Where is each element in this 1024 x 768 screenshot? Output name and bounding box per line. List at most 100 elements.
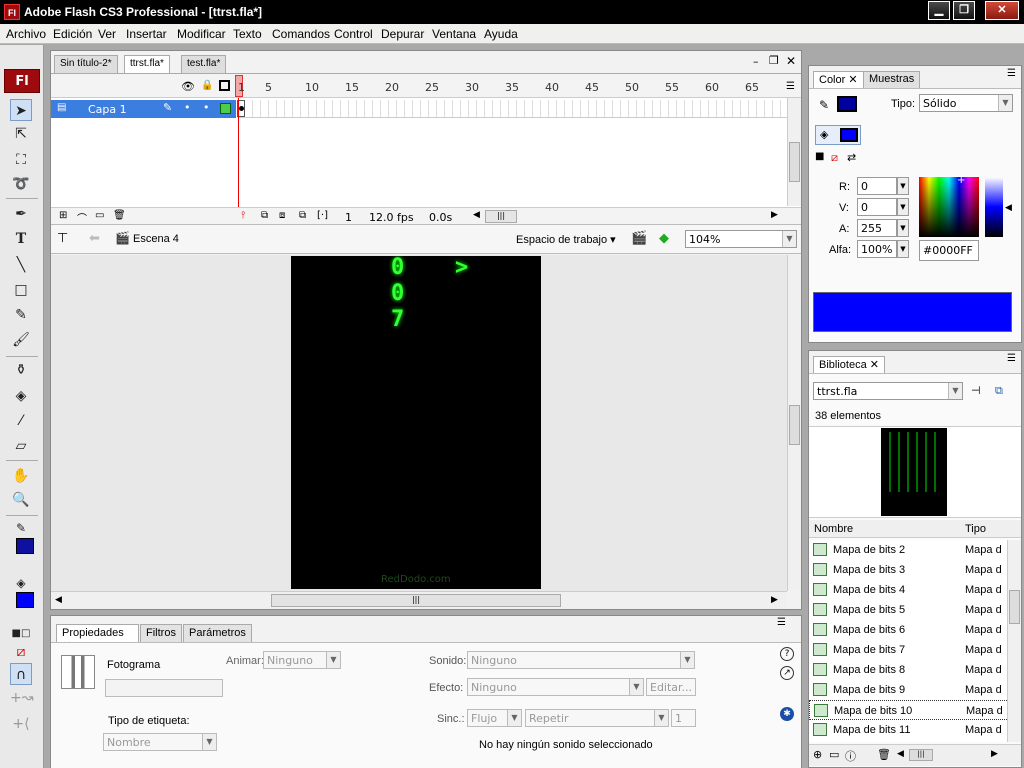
timeline-toggle-icon[interactable]: ⊤ (57, 231, 68, 246)
zoom-select[interactable]: 104% ▼ (685, 230, 797, 248)
snap-magnet-icon[interactable]: ∩ (10, 663, 32, 685)
eyedropper-tool-icon[interactable]: ⁄ (10, 410, 32, 432)
menu-archivo[interactable]: Archivo (6, 27, 46, 41)
panel-menu-icon[interactable]: ☰ (777, 617, 786, 628)
chevron-down-icon[interactable]: ▼ (897, 177, 909, 195)
menu-ver[interactable]: Ver (98, 27, 116, 41)
insert-folder-icon[interactable]: ▭ (95, 210, 104, 221)
tab-test-fla[interactable]: test.fla* (181, 55, 227, 73)
close-doc-icon[interactable]: ✕ (786, 54, 796, 68)
menu-texto[interactable]: Texto (233, 27, 262, 41)
panel-menu-icon[interactable]: ☰ (1007, 68, 1016, 79)
tab-filtros[interactable]: Filtros (140, 624, 182, 642)
menu-edicion[interactable]: Edición (53, 27, 92, 41)
alpha-input[interactable]: 100% (857, 240, 897, 258)
frame-label-input[interactable] (105, 679, 223, 697)
tab-propiedades[interactable]: Propiedades ✕ (56, 624, 139, 652)
stage-glyph[interactable]: 7 (391, 307, 404, 332)
stage-glyph[interactable]: 0 (391, 256, 404, 280)
library-item[interactable]: Mapa de bits 7 Mapa d (809, 640, 1009, 660)
library-item[interactable]: Mapa de bits 11 Mapa d (809, 720, 1009, 740)
scroll-right-icon[interactable]: ▶ (771, 595, 778, 605)
tab-sin-titulo-2[interactable]: Sin título-2* (54, 55, 118, 73)
paint-bucket-tool-icon[interactable]: ◈ (10, 385, 32, 407)
swap-colors-icon[interactable]: ⇄ (847, 151, 856, 164)
no-color-icon[interactable]: ⧄ (831, 151, 838, 165)
sound-select[interactable]: Ninguno ▼ (467, 651, 695, 669)
edit-scene-icon[interactable]: 🎬 (631, 231, 647, 246)
restore-button[interactable]: ❐ (953, 1, 975, 20)
edit-properties-icon[interactable]: ↗ (780, 666, 794, 680)
edit-symbols-icon[interactable]: ◆ (659, 231, 669, 246)
new-folder-icon[interactable]: ▭ (829, 748, 839, 761)
zoom-tool-icon[interactable]: 🔍 (10, 489, 32, 511)
pin-library-icon[interactable]: ⊣ (971, 384, 981, 397)
black-white-icon[interactable]: ■ (815, 151, 824, 162)
scroll-left-icon[interactable]: ◀ (473, 210, 480, 220)
color-spectrum[interactable]: + (919, 175, 979, 237)
menu-control[interactable]: Control (334, 27, 373, 41)
tab-parametros[interactable]: Parámetros (183, 624, 252, 642)
edit-effect-button[interactable]: Editar... (646, 678, 696, 696)
new-library-panel-icon[interactable]: ⧉ (995, 384, 1003, 398)
stage-glyph[interactable]: > (455, 256, 468, 280)
stage-vscroll[interactable] (787, 255, 801, 591)
scroll-left-icon[interactable]: ◀ (897, 749, 904, 759)
menu-ayuda[interactable]: Ayuda (484, 27, 518, 41)
col-name-header[interactable]: Nombre (814, 523, 853, 535)
eye-icon[interactable]: 👁 (181, 80, 195, 93)
onion-skin-icon[interactable]: ⧉ (261, 210, 268, 221)
fill-color-swatch[interactable] (840, 128, 858, 142)
center-frame-icon[interactable]: ⫯ (241, 210, 245, 221)
line-tool-icon[interactable]: ╲ (10, 254, 32, 276)
tab-ttrst-fla[interactable]: ttrst.fla* (124, 55, 170, 74)
modify-markers-icon[interactable]: [·] (317, 210, 328, 221)
onion-outline-icon[interactable]: ⧈ (279, 210, 285, 221)
rectangle-tool-icon[interactable]: □ (10, 279, 32, 301)
panel-menu-icon[interactable]: ☰ (1007, 353, 1016, 364)
edit-multiple-icon[interactable]: ⧉ (299, 210, 306, 221)
slider-arrow-icon[interactable]: ◀ (1005, 203, 1012, 213)
back-arrow-icon[interactable]: ⬅ (89, 231, 100, 246)
menu-insertar[interactable]: Insertar (126, 27, 167, 41)
chevron-down-icon[interactable]: ▼ (897, 198, 909, 216)
stroke-color-swatch[interactable] (16, 538, 34, 554)
chevron-down-icon[interactable]: ▼ (782, 231, 796, 247)
selection-tool-icon[interactable]: ➤ (10, 99, 32, 121)
workspace-menu[interactable]: Espacio de trabajo ▾ (516, 233, 616, 246)
layer-outline-color[interactable] (220, 103, 231, 114)
repeat-select[interactable]: Repetir ▼ (525, 709, 669, 727)
fill-color-swatch[interactable] (16, 592, 34, 608)
no-color-icon[interactable]: ⧄ (10, 641, 32, 663)
frame-rate[interactable]: 12.0 fps (369, 211, 414, 224)
frame-cells[interactable] (237, 100, 787, 118)
tab-color[interactable]: Color ✕ (813, 71, 864, 88)
repeat-count-input[interactable]: 1 (671, 709, 696, 727)
scene-name[interactable]: Escena 4 (133, 233, 179, 245)
pen-tool-icon[interactable]: ✒ (10, 203, 32, 225)
eraser-tool-icon[interactable]: ▱ (10, 435, 32, 457)
brightness-slider[interactable] (985, 177, 1003, 237)
smooth-icon[interactable]: +↝ (10, 687, 33, 709)
add-guide-icon[interactable]: ⌒ (77, 210, 87, 225)
library-item[interactable]: Mapa de bits 9 Mapa d (809, 680, 1009, 700)
library-item[interactable]: Mapa de bits 6 Mapa d (809, 620, 1009, 640)
minimize-button[interactable]: ▁ (928, 1, 950, 20)
free-transform-tool-icon[interactable]: ⛶ (10, 149, 32, 171)
brush-tool-icon[interactable]: 🖌 (10, 329, 32, 351)
hand-tool-icon[interactable]: ✋ (10, 465, 32, 487)
tab-muestras[interactable]: Muestras (863, 71, 921, 88)
text-tool-icon[interactable]: T (10, 228, 32, 250)
chevron-down-icon[interactable]: ▼ (897, 240, 909, 258)
stage[interactable]: 0 0 7 > RedDodo.com (291, 256, 541, 589)
stage-glyph[interactable]: 0 (391, 281, 404, 306)
fill-selector[interactable]: ◈ (815, 125, 861, 145)
delete-layer-icon[interactable]: 🗑 (113, 210, 126, 221)
outline-icon[interactable] (219, 80, 230, 91)
col-type-header[interactable]: Tipo (965, 523, 986, 535)
lasso-tool-icon[interactable]: ➰ (10, 173, 32, 195)
library-vscroll[interactable] (1007, 540, 1021, 742)
insert-layer-icon[interactable]: ⊞ (59, 210, 67, 221)
stage-hscroll-thumb[interactable]: ||| (271, 594, 561, 607)
lock-icon[interactable]: 🔒 (201, 80, 213, 91)
